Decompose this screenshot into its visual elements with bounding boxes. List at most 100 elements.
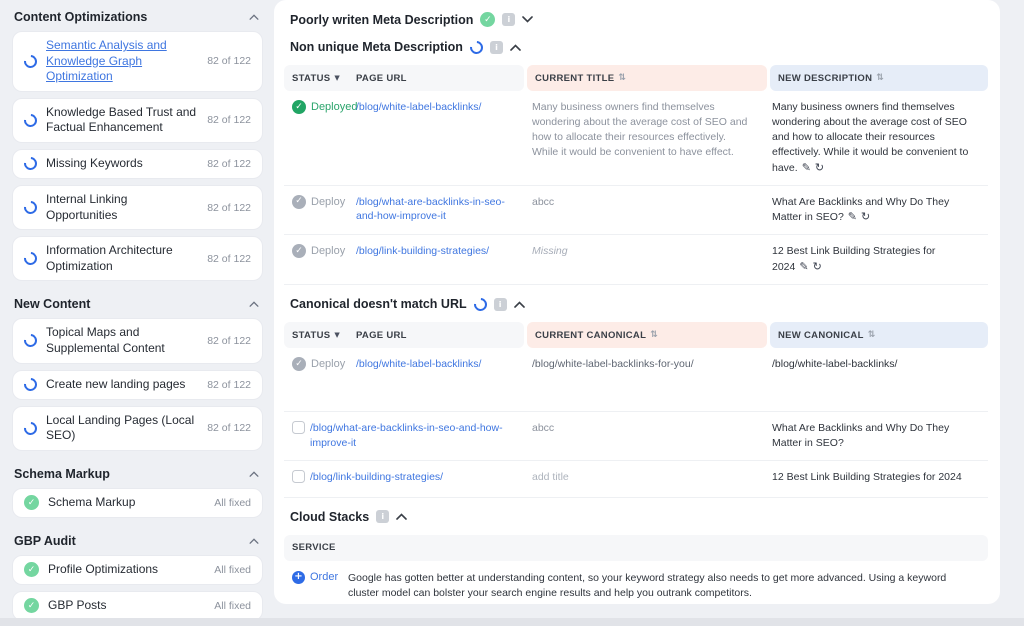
sidebar: Content Optimizations Semantic Analysis … [0,0,272,626]
service-description: Google has gotten better at understandin… [348,571,988,601]
sidebar-item-count: All fixed [214,497,251,509]
column-header-current-canonical[interactable]: CURRENT CANONICAL⇅ [527,330,658,341]
column-header-status[interactable]: STATUS▼ [284,330,348,341]
sort-icon[interactable]: ⇅ [618,73,626,83]
section-title: Schema Markup [14,467,110,481]
chevron-down-icon[interactable] [522,16,533,23]
check-circle-icon: ✓ [24,598,39,613]
plus-circle-icon: + [292,571,305,584]
status-cell[interactable]: ✓ Deploy [284,357,348,402]
regenerate-icon[interactable]: ↻ [815,161,824,174]
filter-caret-icon[interactable]: ▼ [334,74,340,82]
regenerate-icon[interactable]: ↻ [861,210,870,223]
order-label: Order [310,571,338,583]
section-header[interactable]: Content Optimizations [12,6,263,31]
sidebar-item-local-landing-pages[interactable]: Local Landing Pages (Local SEO) 82 of 12… [12,406,263,451]
sidebar-item-topical-maps[interactable]: Topical Maps and Supplemental Content 82… [12,318,263,363]
sidebar-item-missing-keywords[interactable]: Missing Keywords 82 of 122 [12,149,263,179]
edit-pencil-icon[interactable]: ✎ [802,161,811,174]
check-circle-icon: ✓ [24,495,39,510]
sidebar-item-count: All fixed [214,564,251,576]
sidebar-item-knowledge-trust[interactable]: Knowledge Based Trust and Factual Enhanc… [12,98,263,143]
chevron-up-icon[interactable] [514,301,525,308]
page-url-link[interactable]: /blog/white-label-backlinks/ [356,358,481,370]
edit-pencil-icon[interactable]: ✎ [848,210,857,223]
sort-icon[interactable]: ⇅ [876,73,884,83]
info-icon[interactable]: i [490,41,503,54]
status-label: Deploy [311,244,345,260]
progress-spinner-icon [21,419,39,437]
deploy-check-icon: ✓ [292,195,306,209]
column-header-new-canonical[interactable]: NEW CANONICAL⇅ [770,330,876,341]
sidebar-item-label: Local Landing Pages (Local SEO) [46,413,198,444]
edit-pencil-icon[interactable]: ✎ [799,260,808,273]
section-header[interactable]: New Content [12,293,263,318]
section-title: Non unique Meta Description [290,40,463,54]
page-url-link[interactable]: /blog/white-label-backlinks/ [356,101,481,113]
sidebar-item-label[interactable]: Semantic Analysis and Knowledge Graph Op… [46,38,198,85]
section-non-unique-header: Non unique Meta Description i [284,36,988,63]
sidebar-section-schema-markup: Schema Markup ✓ Schema Markup All fixed [12,463,263,518]
page-url-link[interactable]: /blog/link-building-strategies/ [356,245,489,257]
sidebar-item-label: Knowledge Based Trust and Factual Enhanc… [46,105,198,136]
status-cell[interactable]: ✓ Deployed [284,100,348,176]
status-cell[interactable]: ✓ Deploy [284,195,348,226]
status-cell[interactable]: ✓ Deploy [284,244,348,275]
sort-icon[interactable]: ⇅ [650,330,658,340]
meta-table-header: STATUS▼ PAGE URL CURRENT TITLE⇅ NEW DESC… [284,65,988,91]
chevron-up-icon[interactable] [510,44,521,51]
page-url-link[interactable]: /blog/what-are-backlinks-in-seo-and-how-… [310,422,503,449]
progress-spinner-icon [21,198,39,216]
new-description-text: 12 Best Link Building Strategies for 202… [772,245,935,273]
info-icon[interactable]: i [376,510,389,523]
deploy-check-icon: ✓ [292,244,306,258]
current-title-text: abcc [532,196,554,208]
chevron-up-icon[interactable] [249,301,259,307]
column-header-page-url: PAGE URL [348,330,407,341]
section-title: New Content [14,297,90,311]
row-checkbox[interactable] [292,470,305,483]
info-icon[interactable]: i [502,13,515,26]
info-icon[interactable]: i [494,298,507,311]
section-title: Canonical doesn't match URL [290,297,467,311]
sidebar-item-landing-pages[interactable]: Create new landing pages 82 of 122 [12,370,263,400]
page-url-link[interactable]: /blog/what-are-backlinks-in-seo-and-how-… [356,196,505,223]
sidebar-item-schema-markup[interactable]: ✓ Schema Markup All fixed [12,488,263,518]
sidebar-item-information-architecture[interactable]: Information Architecture Optimization 82… [12,236,263,281]
progress-spinner-icon [21,111,39,129]
sidebar-item-count: 82 of 122 [207,55,251,67]
sidebar-item-label: Create new landing pages [46,377,198,393]
section-title: Poorly writen Meta Description [290,13,473,27]
add-title-placeholder[interactable]: add title [532,471,569,483]
sidebar-item-count: 82 of 122 [207,202,251,214]
sidebar-item-profile-optimizations[interactable]: ✓ Profile Optimizations All fixed [12,555,263,585]
sidebar-item-count: 82 of 122 [207,114,251,126]
sidebar-item-gbp-posts[interactable]: ✓ GBP Posts All fixed [12,591,263,621]
new-canonical-text: What Are Backlinks and Why Do They Matte… [772,422,949,449]
check-circle-icon: ✓ [24,562,39,577]
chevron-up-icon[interactable] [249,471,259,477]
sidebar-item-semantic-analysis[interactable]: Semantic Analysis and Knowledge Graph Op… [12,31,263,92]
column-header-current-title[interactable]: CURRENT TITLE⇅ [527,73,626,84]
chevron-up-icon[interactable] [249,538,259,544]
chevron-up-icon[interactable] [396,513,407,520]
regenerate-icon[interactable]: ↻ [813,260,822,273]
section-header[interactable]: Schema Markup [12,463,263,488]
chevron-up-icon[interactable] [249,14,259,20]
section-title: Content Optimizations [14,10,147,24]
main-area: Poorly writen Meta Description ✓ i Non u… [272,0,1024,626]
sidebar-item-internal-linking[interactable]: Internal Linking Opportunities 82 of 122 [12,185,263,230]
table-row: /blog/link-building-strategies/ add titl… [284,461,988,498]
page-url-link[interactable]: /blog/link-building-strategies/ [310,471,443,483]
section-header[interactable]: GBP Audit [12,530,263,555]
sidebar-item-label: GBP Posts [48,598,205,614]
current-canonical-text: /blog/white-label-backlinks-for-you/ [532,358,694,370]
filter-caret-icon[interactable]: ▼ [334,331,340,339]
sidebar-item-label: Information Architecture Optimization [46,243,198,274]
new-canonical-text: /blog/white-label-backlinks/ [772,358,897,370]
order-button[interactable]: + Order [284,571,348,584]
row-checkbox[interactable] [292,421,305,434]
column-header-new-description[interactable]: NEW DESCRIPTION⇅ [770,73,884,84]
sort-icon[interactable]: ⇅ [868,330,876,340]
column-header-status[interactable]: STATUS▼ [284,73,348,84]
